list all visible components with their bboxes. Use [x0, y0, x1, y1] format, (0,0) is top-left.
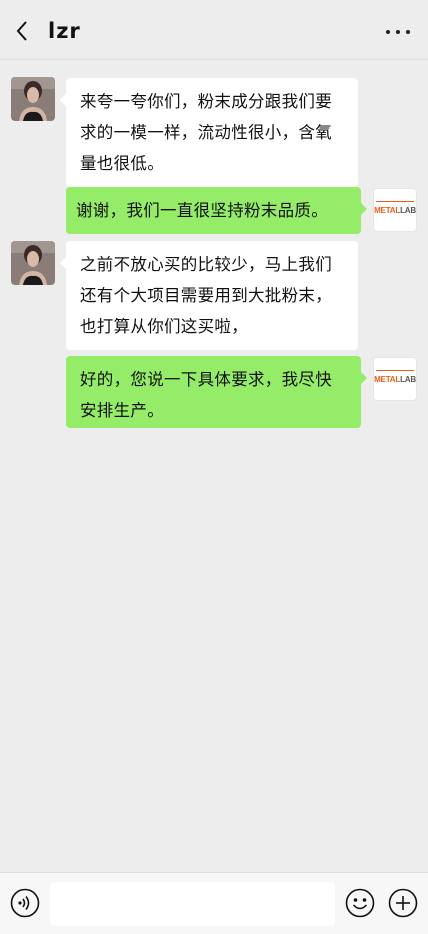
message-bubble-outgoing[interactable]: 好的，您说一下具体要求，我尽快安排生产。 — [66, 356, 367, 428]
message-bubble-incoming[interactable]: 来夸一夸你们，粉末成分跟我们要求的一模一样，流动性很小，含氧量也很低。 — [60, 78, 358, 187]
more-options-button[interactable] — [386, 22, 410, 42]
voice-icon — [10, 888, 40, 918]
more-functions-button[interactable] — [388, 888, 418, 918]
contact-photo-icon — [11, 77, 55, 121]
emoji-button[interactable] — [345, 888, 375, 918]
metallab-logo-icon: METAL LAB — [374, 358, 416, 400]
plus-icon — [388, 888, 418, 918]
message-bubble-incoming[interactable]: 之前不放心买的比较少，马上我们还有个大项目需要用到大批粉末，也打算从你们这买啦， — [60, 241, 358, 350]
contact-photo-icon — [11, 241, 55, 285]
chat-header: lzr — [0, 0, 428, 60]
message-input[interactable] — [50, 882, 335, 926]
message-bubble-outgoing[interactable]: 谢谢，我们一直很坚持粉末品质。 — [66, 187, 367, 234]
message-list: 来夸一夸你们，粉末成分跟我们要求的一模一样，流动性很小，含氧量也很低。 谢谢，我… — [0, 60, 428, 872]
back-button[interactable] — [10, 16, 34, 46]
chat-screen: lzr 来夸一夸你们，粉末成分跟我们要求的一模一样，流动性很小，含氧量也很低。 … — [0, 0, 428, 934]
my-avatar[interactable]: METAL LAB — [373, 188, 417, 232]
contact-avatar[interactable] — [11, 77, 55, 121]
back-arrow-icon — [16, 21, 27, 41]
input-toolbar — [0, 872, 428, 934]
metallab-logo-icon: METAL LAB — [374, 189, 416, 231]
emoji-icon — [345, 888, 375, 918]
my-avatar[interactable]: METAL LAB — [373, 357, 417, 401]
chat-title: lzr — [48, 19, 81, 43]
more-dots-icon — [386, 30, 390, 34]
contact-avatar[interactable] — [11, 241, 55, 285]
voice-button[interactable] — [10, 888, 40, 918]
